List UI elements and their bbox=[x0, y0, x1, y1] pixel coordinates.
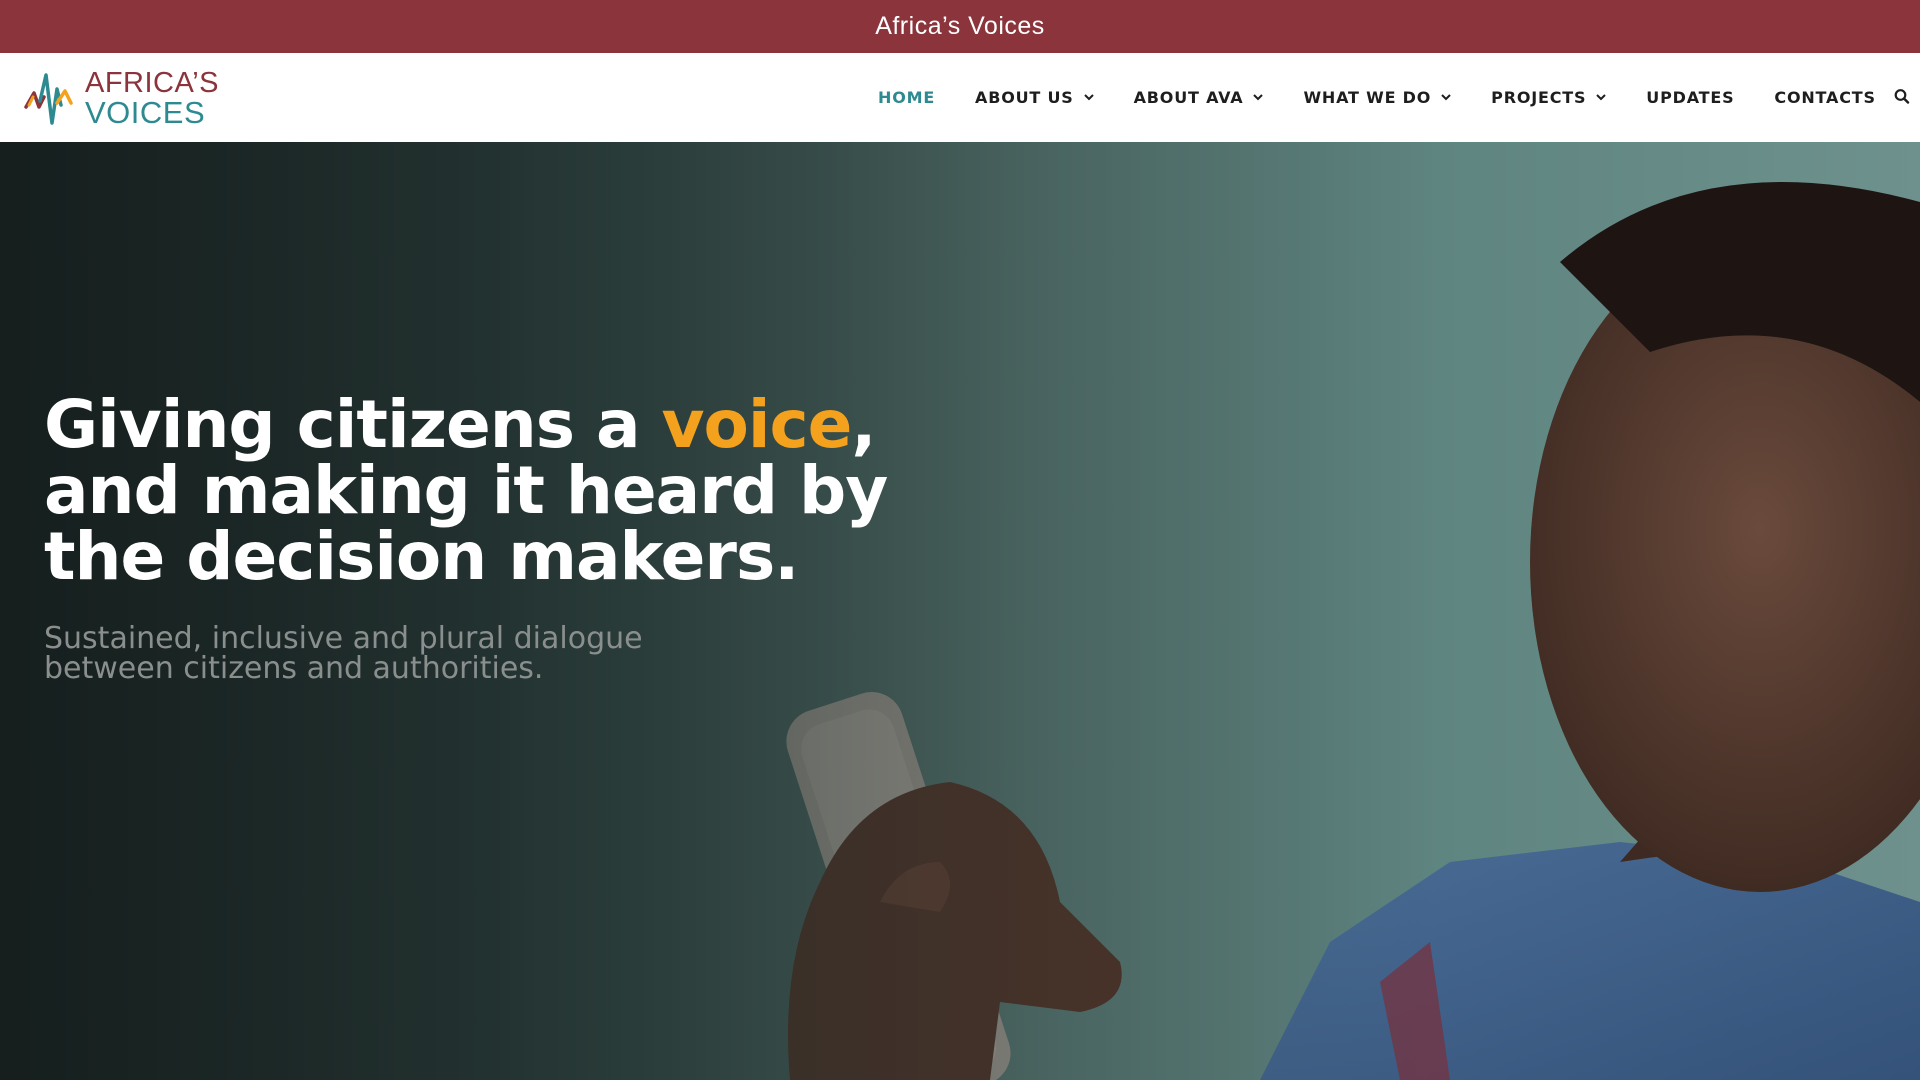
nav-item-what-we-do[interactable]: WHAT WE DO bbox=[1303, 88, 1451, 107]
hero-overlay bbox=[0, 142, 1920, 1080]
hero-section: Giving citizens a voice, and making it h… bbox=[0, 142, 1920, 1080]
chevron-down-icon bbox=[1083, 94, 1094, 101]
nav-item-label: CONTACTS bbox=[1774, 88, 1876, 107]
nav-item-projects[interactable]: PROJECTS bbox=[1491, 88, 1607, 107]
main-nav: HOME ABOUT US ABOUT AVA WHAT WE DO PROJE… bbox=[878, 53, 1916, 142]
site-header: AFRICA’S VOICES HOME ABOUT US ABOUT AVA … bbox=[0, 53, 1920, 142]
nav-item-about-ava[interactable]: ABOUT AVA bbox=[1134, 88, 1264, 107]
nav-item-home[interactable]: HOME bbox=[878, 88, 935, 107]
chevron-down-icon bbox=[1253, 94, 1264, 101]
nav-item-label: ABOUT US bbox=[975, 88, 1074, 107]
nav-item-label: WHAT WE DO bbox=[1303, 88, 1432, 107]
nav-item-updates[interactable]: UPDATES bbox=[1646, 88, 1734, 107]
top-banner: Africa’s Voices bbox=[0, 0, 1920, 53]
nav-item-label: ABOUT AVA bbox=[1133, 88, 1244, 107]
hero-subheading: Sustained, inclusive and plural dialogue… bbox=[44, 621, 643, 686]
logo-line-1: AFRICA’S bbox=[85, 66, 219, 99]
nav-item-label: PROJECTS bbox=[1491, 88, 1587, 107]
chevron-down-icon bbox=[1596, 94, 1607, 101]
nav-item-about-us[interactable]: ABOUT US bbox=[975, 88, 1094, 107]
nav-item-label: UPDATES bbox=[1646, 88, 1735, 107]
search-icon[interactable] bbox=[1894, 88, 1910, 106]
hero-headline: Giving citizens a voice, and making it h… bbox=[44, 392, 944, 590]
logo-mark-icon bbox=[24, 73, 73, 125]
nav-item-label: HOME bbox=[878, 88, 936, 107]
top-banner-title: Africa’s Voices bbox=[875, 12, 1045, 40]
logo-line-2: VOICES bbox=[85, 94, 206, 130]
nav-item-contacts[interactable]: CONTACTS bbox=[1774, 88, 1875, 107]
chevron-down-icon bbox=[1441, 94, 1451, 101]
site-logo[interactable]: AFRICA’S VOICES bbox=[24, 67, 219, 129]
